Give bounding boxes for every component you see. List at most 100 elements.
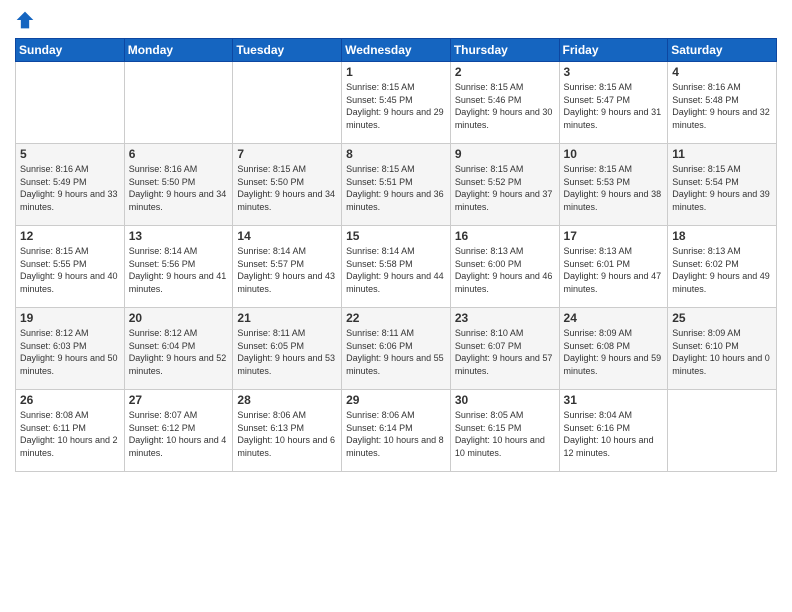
day-number: 15 xyxy=(346,229,446,243)
day-number: 3 xyxy=(564,65,664,79)
weekday-header-wednesday: Wednesday xyxy=(342,39,451,62)
day-number: 8 xyxy=(346,147,446,161)
day-info: Sunrise: 8:15 AM Sunset: 5:45 PM Dayligh… xyxy=(346,81,446,131)
weekday-header-thursday: Thursday xyxy=(450,39,559,62)
day-info: Sunrise: 8:07 AM Sunset: 6:12 PM Dayligh… xyxy=(129,409,229,459)
day-info: Sunrise: 8:06 AM Sunset: 6:13 PM Dayligh… xyxy=(237,409,337,459)
day-number: 1 xyxy=(346,65,446,79)
week-row-2: 5 Sunrise: 8:16 AM Sunset: 5:49 PM Daylig… xyxy=(16,144,777,226)
day-info: Sunrise: 8:16 AM Sunset: 5:49 PM Dayligh… xyxy=(20,163,120,213)
day-cell xyxy=(16,62,125,144)
day-cell: 5 Sunrise: 8:16 AM Sunset: 5:49 PM Daylig… xyxy=(16,144,125,226)
day-cell: 1 Sunrise: 8:15 AM Sunset: 5:45 PM Daylig… xyxy=(342,62,451,144)
day-cell: 20Sunrise: 8:12 AM Sunset: 6:04 PM Dayli… xyxy=(124,308,233,390)
day-number: 17 xyxy=(564,229,664,243)
day-cell: 13Sunrise: 8:14 AM Sunset: 5:56 PM Dayli… xyxy=(124,226,233,308)
weekday-header-monday: Monday xyxy=(124,39,233,62)
day-info: Sunrise: 8:15 AM Sunset: 5:46 PM Dayligh… xyxy=(455,81,555,131)
day-cell: 3 Sunrise: 8:15 AM Sunset: 5:47 PM Daylig… xyxy=(559,62,668,144)
day-number: 16 xyxy=(455,229,555,243)
day-number: 25 xyxy=(672,311,772,325)
page-header xyxy=(15,10,777,30)
day-cell: 27 Sunrise: 8:07 AM Sunset: 6:12 PM Dayli… xyxy=(124,390,233,472)
day-number: 30 xyxy=(455,393,555,407)
day-info: Sunrise: 8:12 AM Sunset: 6:03 PM Dayligh… xyxy=(20,327,120,377)
day-number: 26 xyxy=(20,393,120,407)
day-number: 10 xyxy=(564,147,664,161)
day-info: Sunrise: 8:15 AM Sunset: 5:50 PM Dayligh… xyxy=(237,163,337,213)
day-info: Sunrise: 8:15 AM Sunset: 5:55 PM Dayligh… xyxy=(20,245,120,295)
day-info: Sunrise: 8:13 AM Sunset: 6:02 PM Dayligh… xyxy=(672,245,772,295)
day-cell: 28Sunrise: 8:06 AM Sunset: 6:13 PM Dayli… xyxy=(233,390,342,472)
day-info: Sunrise: 8:11 AM Sunset: 6:05 PM Dayligh… xyxy=(237,327,337,377)
day-number: 20 xyxy=(129,311,229,325)
day-number: 4 xyxy=(672,65,772,79)
day-info: Sunrise: 8:11 AM Sunset: 6:06 PM Dayligh… xyxy=(346,327,446,377)
day-cell xyxy=(124,62,233,144)
day-cell: 6 Sunrise: 8:16 AM Sunset: 5:50 PM Daylig… xyxy=(124,144,233,226)
day-number: 12 xyxy=(20,229,120,243)
day-info: Sunrise: 8:15 AM Sunset: 5:51 PM Dayligh… xyxy=(346,163,446,213)
day-number: 27 xyxy=(129,393,229,407)
day-number: 23 xyxy=(455,311,555,325)
day-cell: 26 Sunrise: 8:08 AM Sunset: 6:11 PM Dayli… xyxy=(16,390,125,472)
day-number: 7 xyxy=(237,147,337,161)
day-cell: 18 Sunrise: 8:13 AM Sunset: 6:02 PM Dayli… xyxy=(668,226,777,308)
day-cell: 14 Sunrise: 8:14 AM Sunset: 5:57 PM Dayli… xyxy=(233,226,342,308)
day-info: Sunrise: 8:04 AM Sunset: 6:16 PM Dayligh… xyxy=(564,409,664,459)
day-cell: 22 Sunrise: 8:11 AM Sunset: 6:06 PM Dayli… xyxy=(342,308,451,390)
day-info: Sunrise: 8:15 AM Sunset: 5:47 PM Dayligh… xyxy=(564,81,664,131)
week-row-4: 19 Sunrise: 8:12 AM Sunset: 6:03 PM Dayli… xyxy=(16,308,777,390)
day-info: Sunrise: 8:08 AM Sunset: 6:11 PM Dayligh… xyxy=(20,409,120,459)
day-info: Sunrise: 8:13 AM Sunset: 6:01 PM Dayligh… xyxy=(564,245,664,295)
week-row-3: 12 Sunrise: 8:15 AM Sunset: 5:55 PM Dayli… xyxy=(16,226,777,308)
day-info: Sunrise: 8:13 AM Sunset: 6:00 PM Dayligh… xyxy=(455,245,555,295)
day-number: 2 xyxy=(455,65,555,79)
day-cell: 10 Sunrise: 8:15 AM Sunset: 5:53 PM Dayli… xyxy=(559,144,668,226)
day-info: Sunrise: 8:09 AM Sunset: 6:08 PM Dayligh… xyxy=(564,327,664,377)
day-cell: 21Sunrise: 8:11 AM Sunset: 6:05 PM Dayli… xyxy=(233,308,342,390)
day-cell: 4 Sunrise: 8:16 AM Sunset: 5:48 PM Daylig… xyxy=(668,62,777,144)
day-cell: 23Sunrise: 8:10 AM Sunset: 6:07 PM Dayli… xyxy=(450,308,559,390)
day-number: 24 xyxy=(564,311,664,325)
day-info: Sunrise: 8:14 AM Sunset: 5:57 PM Dayligh… xyxy=(237,245,337,295)
day-cell: 31 Sunrise: 8:04 AM Sunset: 6:16 PM Dayli… xyxy=(559,390,668,472)
day-cell: 30Sunrise: 8:05 AM Sunset: 6:15 PM Dayli… xyxy=(450,390,559,472)
day-number: 31 xyxy=(564,393,664,407)
day-number: 19 xyxy=(20,311,120,325)
day-info: Sunrise: 8:14 AM Sunset: 5:56 PM Dayligh… xyxy=(129,245,229,295)
day-number: 29 xyxy=(346,393,446,407)
day-info: Sunrise: 8:16 AM Sunset: 5:48 PM Dayligh… xyxy=(672,81,772,131)
calendar: SundayMondayTuesdayWednesdayThursdayFrid… xyxy=(15,38,777,472)
day-cell: 9 Sunrise: 8:15 AM Sunset: 5:52 PM Daylig… xyxy=(450,144,559,226)
weekday-header-sunday: Sunday xyxy=(16,39,125,62)
day-cell: 12 Sunrise: 8:15 AM Sunset: 5:55 PM Dayli… xyxy=(16,226,125,308)
day-cell: 29Sunrise: 8:06 AM Sunset: 6:14 PM Dayli… xyxy=(342,390,451,472)
day-number: 5 xyxy=(20,147,120,161)
day-cell: 11 Sunrise: 8:15 AM Sunset: 5:54 PM Dayli… xyxy=(668,144,777,226)
day-info: Sunrise: 8:16 AM Sunset: 5:50 PM Dayligh… xyxy=(129,163,229,213)
day-info: Sunrise: 8:15 AM Sunset: 5:54 PM Dayligh… xyxy=(672,163,772,213)
day-number: 14 xyxy=(237,229,337,243)
day-info: Sunrise: 8:14 AM Sunset: 5:58 PM Dayligh… xyxy=(346,245,446,295)
day-cell: 17 Sunrise: 8:13 AM Sunset: 6:01 PM Dayli… xyxy=(559,226,668,308)
weekday-header-tuesday: Tuesday xyxy=(233,39,342,62)
day-number: 22 xyxy=(346,311,446,325)
logo xyxy=(15,10,39,30)
day-cell: 7 Sunrise: 8:15 AM Sunset: 5:50 PM Daylig… xyxy=(233,144,342,226)
day-cell: 25 Sunrise: 8:09 AM Sunset: 6:10 PM Dayli… xyxy=(668,308,777,390)
week-row-5: 26 Sunrise: 8:08 AM Sunset: 6:11 PM Dayli… xyxy=(16,390,777,472)
weekday-header-row: SundayMondayTuesdayWednesdayThursdayFrid… xyxy=(16,39,777,62)
day-info: Sunrise: 8:15 AM Sunset: 5:52 PM Dayligh… xyxy=(455,163,555,213)
day-number: 18 xyxy=(672,229,772,243)
day-info: Sunrise: 8:09 AM Sunset: 6:10 PM Dayligh… xyxy=(672,327,772,377)
day-cell: 8 Sunrise: 8:15 AM Sunset: 5:51 PM Daylig… xyxy=(342,144,451,226)
day-cell xyxy=(233,62,342,144)
day-number: 6 xyxy=(129,147,229,161)
day-number: 9 xyxy=(455,147,555,161)
day-cell: 2 Sunrise: 8:15 AM Sunset: 5:46 PM Daylig… xyxy=(450,62,559,144)
day-cell: 19 Sunrise: 8:12 AM Sunset: 6:03 PM Dayli… xyxy=(16,308,125,390)
day-number: 11 xyxy=(672,147,772,161)
day-cell: 15 Sunrise: 8:14 AM Sunset: 5:58 PM Dayli… xyxy=(342,226,451,308)
day-info: Sunrise: 8:15 AM Sunset: 5:53 PM Dayligh… xyxy=(564,163,664,213)
